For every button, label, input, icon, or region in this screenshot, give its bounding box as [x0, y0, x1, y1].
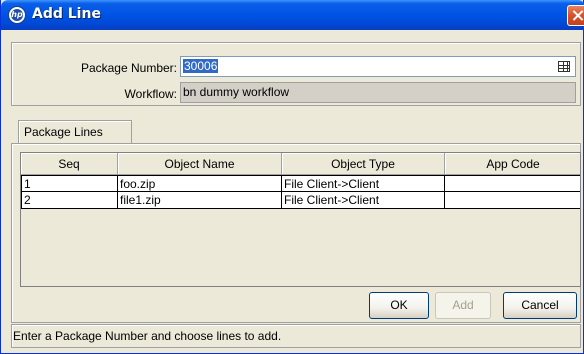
- tab-package-lines[interactable]: Package Lines: [18, 120, 132, 144]
- cell-app-code: [445, 175, 580, 192]
- column-header-object-type[interactable]: Object Type: [282, 153, 445, 175]
- column-header-object-name[interactable]: Object Name: [118, 153, 282, 175]
- status-bar: Enter a Package Number and choose lines …: [11, 324, 581, 348]
- cell-object-name: foo.zip: [118, 175, 282, 192]
- add-line-dialog: hp Add Line Package Number: 30006 Workfl…: [0, 0, 584, 354]
- column-header-seq[interactable]: Seq: [21, 153, 118, 175]
- cell-object-name: file1.zip: [118, 192, 282, 209]
- cell-app-code: [445, 192, 580, 209]
- table-header: Seq Object Name Object Type App Code: [21, 153, 580, 175]
- hp-logo-icon: hp: [8, 6, 26, 24]
- cell-seq: 1: [21, 175, 118, 192]
- close-icon[interactable]: [567, 5, 584, 26]
- add-button[interactable]: Add: [435, 292, 491, 319]
- package-number-field[interactable]: 30006: [180, 56, 576, 77]
- workflow-value: bn dummy workflow: [183, 85, 290, 99]
- lookup-grid-icon[interactable]: [558, 61, 570, 72]
- package-number-label: Package Number:: [80, 61, 177, 75]
- workflow-field: bn dummy workflow: [180, 82, 576, 103]
- title-bar[interactable]: hp Add Line: [1, 0, 584, 30]
- hp-logo-glyph: hp: [11, 9, 23, 21]
- ok-button[interactable]: OK: [369, 292, 429, 319]
- window-title: Add Line: [32, 6, 101, 22]
- column-header-app-code[interactable]: App Code: [445, 153, 580, 175]
- cell-object-type: File Client->Client: [282, 192, 445, 209]
- package-lines-table: Seq Object Name Object Type App Code 1 f…: [20, 152, 581, 287]
- cell-object-type: File Client->Client: [282, 175, 445, 192]
- cancel-button[interactable]: Cancel: [503, 292, 577, 319]
- table-row[interactable]: 1 foo.zip File Client->Client: [21, 175, 580, 192]
- cell-seq: 2: [21, 192, 118, 209]
- package-number-value: 30006: [183, 59, 219, 73]
- table-row[interactable]: 2 file1.zip File Client->Client: [21, 192, 580, 209]
- workflow-label: Workflow:: [124, 87, 177, 101]
